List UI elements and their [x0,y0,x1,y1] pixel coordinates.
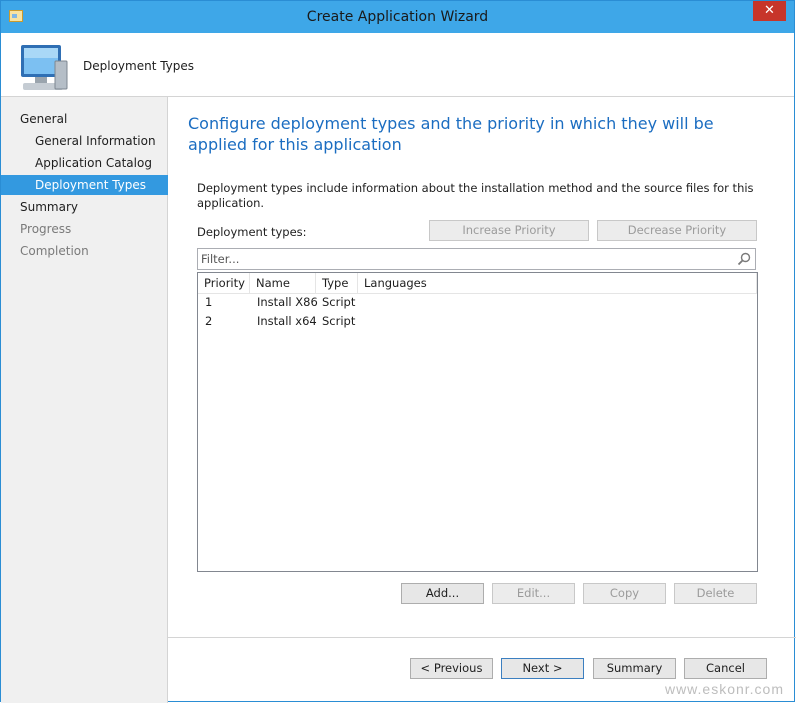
add-button[interactable]: Add... [401,583,484,604]
monitor-icon [21,45,68,90]
sidebar-item-label: Deployment Types [35,178,147,192]
table-row[interactable]: 2 Install x64 Script [198,312,757,331]
list-header: Priority Name Type Languages [198,273,757,294]
close-button[interactable]: ✕ [753,1,786,21]
column-header-languages[interactable]: Languages [358,273,757,293]
section-heading: Configure deployment types and the prior… [188,114,714,154]
sidebar-item-label: Application Catalog [35,156,152,170]
cancel-button[interactable]: Cancel [684,658,767,679]
delete-button[interactable]: Delete [674,583,757,604]
sidebar-item-label: Completion [20,244,89,258]
column-header-type[interactable]: Type [316,273,358,293]
description-text: Deployment types include information abo… [197,181,754,210]
window-title: Create Application Wizard [306,9,489,25]
sidebar-item-application-catalog[interactable]: Application Catalog [1,153,168,173]
cell-priority: 2 [205,314,213,328]
previous-button[interactable]: < Previous [410,658,493,679]
cell-type: Script [322,295,356,309]
wizard-sidebar: General General Information Application … [1,97,168,703]
decrease-priority-button[interactable]: Decrease Priority [597,220,757,241]
wizard-header: Deployment Types [1,33,794,97]
edit-button[interactable]: Edit... [492,583,575,604]
sidebar-item-deployment-types[interactable]: Deployment Types [1,175,168,195]
sidebar-item-general[interactable]: General [1,109,168,129]
sidebar-item-general-information[interactable]: General Information [1,131,168,151]
column-header-priority[interactable]: Priority [198,273,250,293]
sidebar-item-summary[interactable]: Summary [1,197,168,217]
copy-button[interactable]: Copy [583,583,666,604]
sidebar-item-completion: Completion [1,241,168,261]
watermark-text: www.eskonr.com [664,681,784,697]
deployment-types-list[interactable]: Priority Name Type Languages 1 Install X… [197,272,758,572]
sidebar-item-label: General [20,112,68,126]
filter-input[interactable] [201,251,721,267]
page-title: Deployment Types [83,59,195,73]
table-row[interactable]: 1 Install X86 Script [198,293,757,312]
main-panel: Configure deployment types and the prior… [168,97,794,637]
increase-priority-button[interactable]: Increase Priority [429,220,589,241]
filter-box[interactable] [197,248,756,270]
sidebar-item-label: General Information [35,134,156,148]
cell-name: Install x64 [257,314,317,328]
cell-type: Script [322,314,356,328]
sidebar-item-label: Summary [20,200,78,214]
title-bar[interactable]: Create Application Wizard ✕ [1,1,794,33]
search-icon[interactable] [737,252,751,266]
sidebar-item-progress: Progress [1,219,168,239]
next-button[interactable]: Next > [501,658,584,679]
cell-name: Install X86 [257,295,318,309]
summary-button[interactable]: Summary [593,658,676,679]
cell-priority: 1 [205,295,213,309]
deployment-types-label: Deployment types: [197,225,307,239]
wizard-window: Create Application Wizard ✕ Deployment T… [0,0,796,703]
footer-divider [168,637,796,638]
column-header-name[interactable]: Name [250,273,316,293]
sidebar-item-label: Progress [20,222,72,236]
